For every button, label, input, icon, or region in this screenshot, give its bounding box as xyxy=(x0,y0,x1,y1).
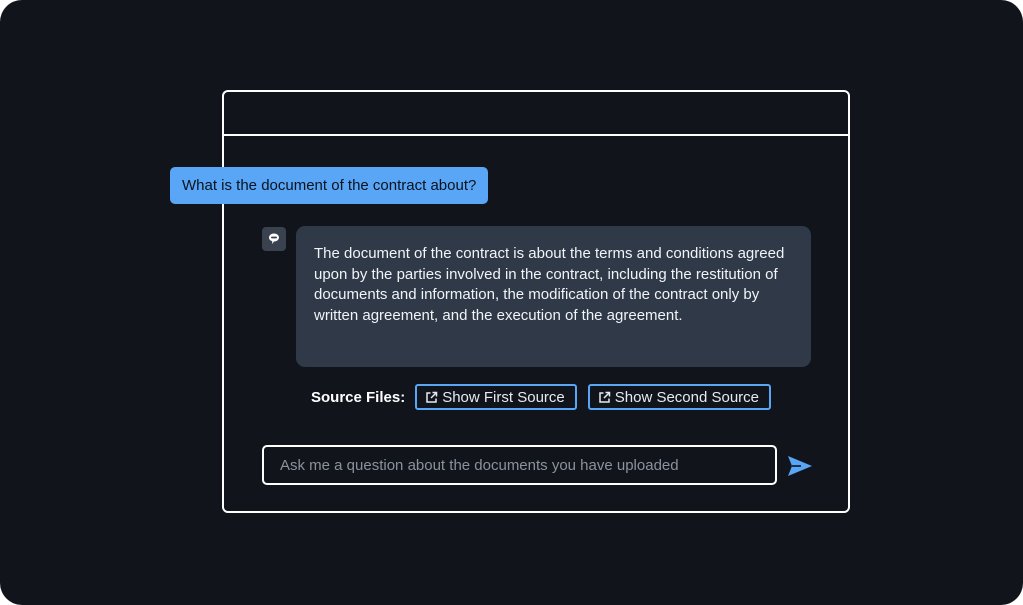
app-canvas: What is the document of the contract abo… xyxy=(0,0,1023,605)
external-link-icon xyxy=(598,391,611,404)
show-first-source-label: Show First Source xyxy=(442,388,565,406)
source-files-label: Source Files: xyxy=(311,388,406,406)
show-second-source-label: Show Second Source xyxy=(614,388,760,406)
user-message-bubble: What is the document of the contract abo… xyxy=(170,167,489,204)
window-titlebar xyxy=(224,92,848,136)
show-second-source-button[interactable]: Show Second Source xyxy=(587,384,772,410)
question-input[interactable] xyxy=(262,445,777,485)
chat-bot-icon xyxy=(262,227,286,251)
external-link-icon xyxy=(425,391,438,404)
bot-response-bubble: The document of the contract is about th… xyxy=(296,226,811,367)
send-button[interactable] xyxy=(786,453,814,479)
show-first-source-button[interactable]: Show First Source xyxy=(415,384,577,410)
source-files-row: Source Files: Show First Source Show Sec… xyxy=(311,384,782,410)
send-icon xyxy=(788,456,812,476)
